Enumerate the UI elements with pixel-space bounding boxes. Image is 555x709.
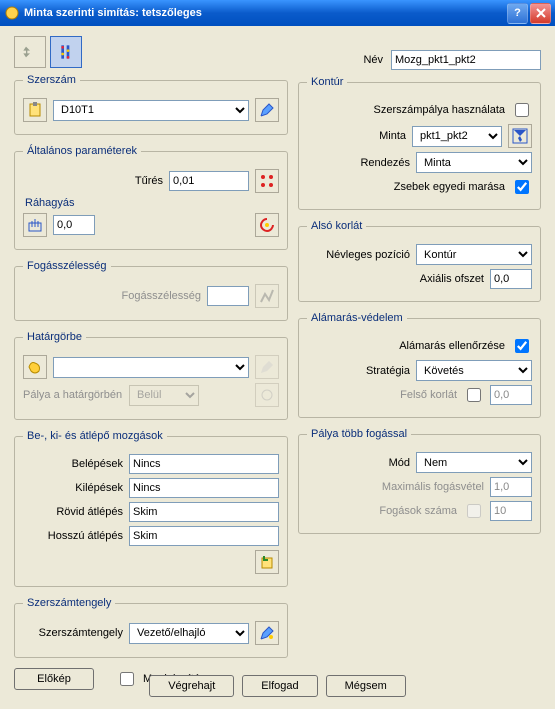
axis-edit-icon[interactable]	[255, 621, 279, 645]
moves-group: Be-, ki- és átlépő mozgások Belépések Ki…	[14, 430, 288, 587]
count-input	[490, 501, 532, 521]
cutwidth-input	[207, 286, 249, 306]
gouge-check-checkbox[interactable]	[515, 339, 529, 353]
tolerance-input[interactable]	[169, 171, 249, 191]
tolerance-icon[interactable]	[255, 169, 279, 193]
contour-legend: Kontúr	[307, 76, 347, 88]
count-checkbox	[467, 504, 481, 518]
lower-group: Alsó korlát Névleges pozíció Kontúr Axiá…	[298, 220, 541, 302]
upper-checkbox[interactable]	[467, 388, 481, 402]
tool-legend: Szerszám	[23, 74, 80, 86]
general-group: Általános paraméterek Tűrés Ráhagyás	[14, 145, 288, 250]
cutwidth-legend: Fogásszélesség	[23, 260, 111, 272]
strategy-select[interactable]: Követés	[416, 360, 532, 381]
moves-short-input[interactable]	[129, 502, 279, 522]
pattern-select[interactable]: pkt1_pkt2	[412, 126, 502, 147]
nominal-select[interactable]: Kontúr	[416, 244, 532, 265]
strategy-label: Stratégia	[330, 365, 410, 377]
pattern-pick-icon[interactable]	[508, 124, 532, 148]
help-button[interactable]: ?	[507, 3, 528, 24]
boundary-path-select: Belül	[129, 385, 199, 406]
contour-group: Kontúr Szerszámpálya használata Minta pk…	[298, 76, 541, 210]
general-legend: Általános paraméterek	[23, 145, 141, 157]
tool-icon[interactable]	[23, 98, 47, 122]
boundary-group: Határgörbe Pálya a határgörbén Belül	[14, 331, 288, 420]
count-label: Fogások száma	[377, 505, 457, 517]
close-button[interactable]	[530, 3, 551, 24]
boundary-edit-icon	[255, 355, 279, 379]
allowance-extra-icon[interactable]	[255, 213, 279, 237]
mode-select[interactable]: Nem	[416, 452, 532, 473]
lower-legend: Alsó korlát	[307, 220, 366, 232]
moves-icon[interactable]	[255, 550, 279, 574]
name-input[interactable]	[391, 50, 541, 70]
allowance-label: Ráhagyás	[25, 197, 279, 209]
tool-group: Szerszám D10T1	[14, 74, 288, 135]
multipass-legend: Pálya több fogással	[307, 428, 411, 440]
gouge-check-label: Alámarás ellenőrzése	[399, 340, 505, 352]
axis-select[interactable]: Vezető/elhajló	[129, 623, 249, 644]
moves-out-label: Kilépések	[23, 482, 123, 494]
pocket-checkbox[interactable]	[515, 180, 529, 194]
axial-label: Axiális ofszet	[404, 273, 484, 285]
axis-group: Szerszámtengely Szerszámtengely Vezető/e…	[14, 597, 288, 658]
order-label: Rendezés	[330, 157, 410, 169]
allowance-input[interactable]	[53, 215, 95, 235]
axis-legend: Szerszámtengely	[23, 597, 115, 609]
max-label: Maximális fogásvétel	[382, 481, 484, 493]
cutwidth-icon	[255, 284, 279, 308]
boundary-select[interactable]	[53, 357, 249, 378]
recycle-icon[interactable]	[14, 36, 46, 68]
tool-select[interactable]: D10T1	[53, 100, 249, 121]
app-icon	[4, 5, 20, 21]
boundary-icon[interactable]	[23, 355, 47, 379]
upper-input	[490, 385, 532, 405]
moves-in-label: Belépések	[23, 458, 123, 470]
cutwidth-group: Fogásszélesség Fogásszélesség	[14, 260, 288, 321]
order-select[interactable]: Minta	[416, 152, 532, 173]
multipass-group: Pálya több fogással Mód Nem Maximális fo…	[298, 428, 541, 534]
mode-label: Mód	[330, 457, 410, 469]
titlebar: Minta szerinti simítás: tetszőleges ?	[0, 0, 555, 26]
axis-label: Szerszámtengely	[23, 627, 123, 639]
max-input	[490, 477, 532, 497]
moves-short-label: Rövid átlépés	[23, 506, 123, 518]
boundary-path-label: Pálya a határgörbén	[23, 389, 123, 401]
contour-use-label: Szerszámpálya használata	[374, 104, 505, 116]
pocket-label: Zsebek egyedi marása	[394, 181, 505, 193]
window-title: Minta szerinti simítás: tetszőleges	[24, 7, 505, 19]
pattern-label: Minta	[326, 130, 406, 142]
upper-label: Felső korlát	[377, 389, 457, 401]
nominal-label: Névleges pozíció	[326, 249, 410, 261]
moves-long-label: Hosszú átlépés	[23, 530, 123, 542]
axial-input[interactable]	[490, 269, 532, 289]
execute-button[interactable]: Végrehajt	[149, 675, 234, 697]
dna-icon[interactable]	[50, 36, 82, 68]
boundary-extra-icon	[255, 383, 279, 407]
gouge-legend: Alámarás-védelem	[307, 312, 407, 324]
gouge-group: Alámarás-védelem Alámarás ellenőrzése St…	[298, 312, 541, 418]
contour-use-checkbox[interactable]	[515, 103, 529, 117]
boundary-legend: Határgörbe	[23, 331, 86, 343]
cutwidth-label: Fogásszélesség	[101, 290, 201, 302]
moves-out-input[interactable]	[129, 478, 279, 498]
tolerance-label: Tűrés	[63, 175, 163, 187]
moves-in-input[interactable]	[129, 454, 279, 474]
top-toolbar	[14, 36, 288, 68]
cancel-button[interactable]: Mégsem	[326, 675, 406, 697]
tool-edit-icon[interactable]	[255, 98, 279, 122]
moves-long-input[interactable]	[129, 526, 279, 546]
allowance-icon[interactable]	[23, 213, 47, 237]
accept-button[interactable]: Elfogad	[242, 675, 317, 697]
moves-legend: Be-, ki- és átlépő mozgások	[23, 430, 167, 442]
name-label: Név	[303, 54, 383, 66]
